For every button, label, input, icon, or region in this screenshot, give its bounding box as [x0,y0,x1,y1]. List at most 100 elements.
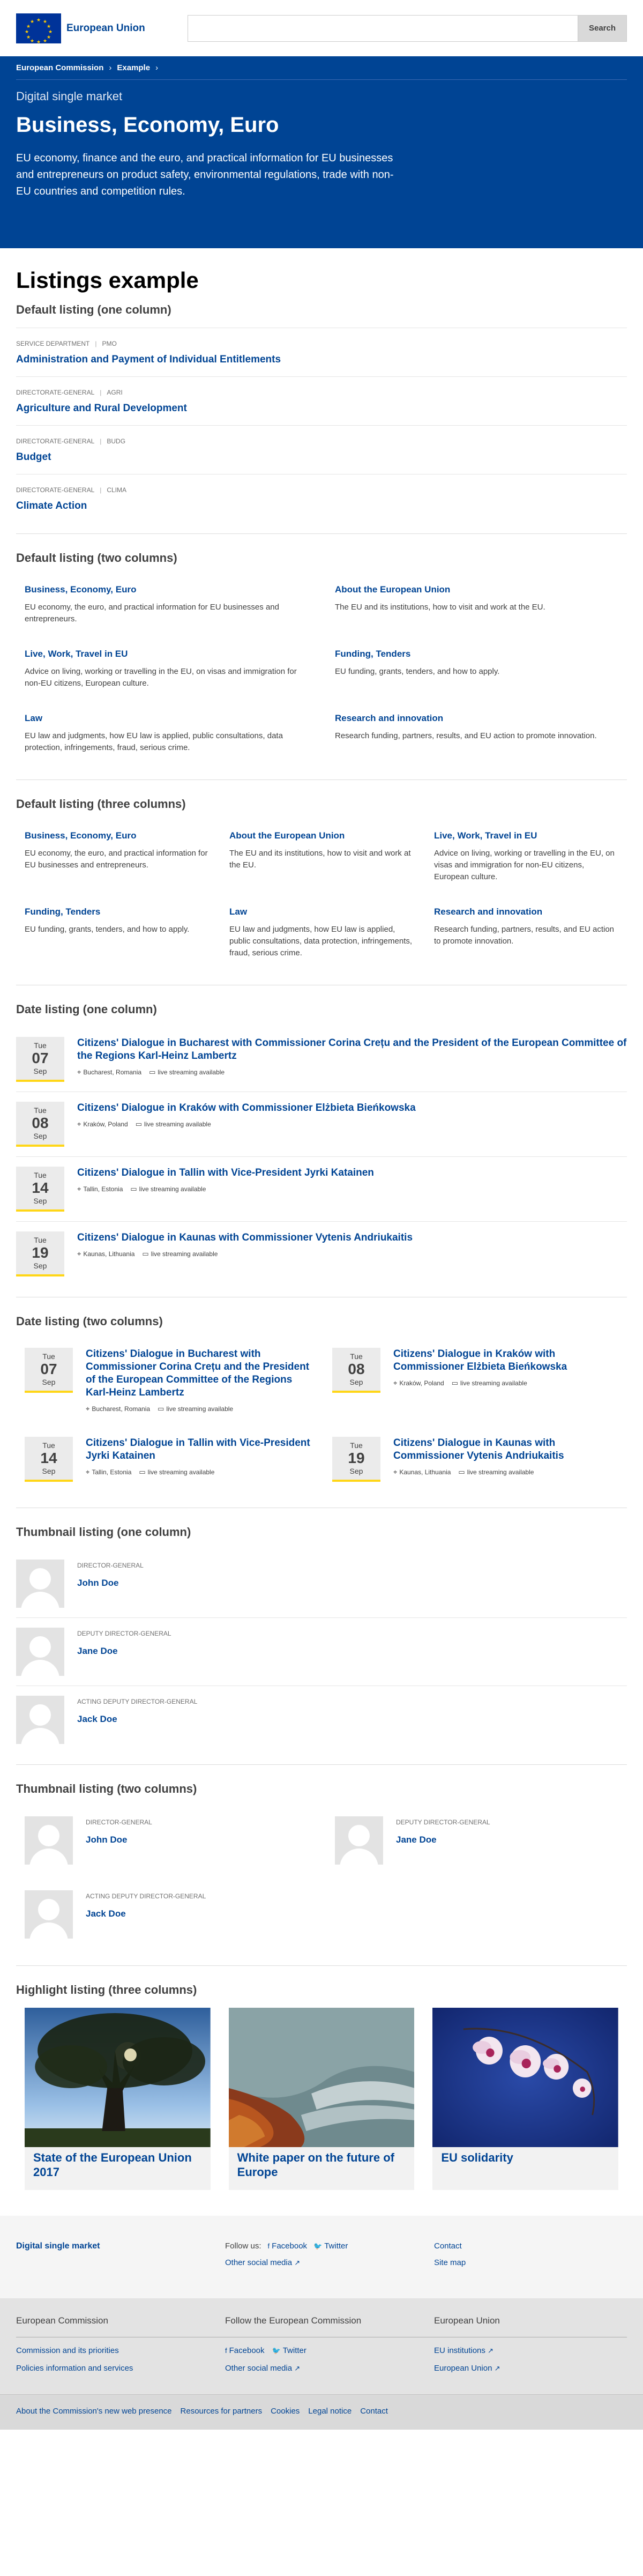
person-link[interactable]: John Doe [77,1578,144,1588]
item-description: The EU and its institutions, how to visi… [335,603,545,612]
chevron-right-icon: › [155,63,159,72]
person-item: ACTING DEPUTY DIRECTOR-GENERAL Jack Doe [25,1881,308,1955]
footer-bottom-link[interactable]: Legal notice [308,2407,352,2416]
item-link[interactable]: Live, Work, Travel in EU [25,649,308,659]
footer-bottom-link[interactable]: Contact [360,2407,388,2416]
breadcrumb-link-example[interactable]: Example [117,63,150,72]
search-input[interactable] [188,14,578,42]
footer-bottom-link[interactable]: Resources for partners [181,2407,263,2416]
twitter-link[interactable]: 🐦 Twitter [272,2346,306,2355]
event-link[interactable]: Citizens' Dialogue in Kaunas with Commis… [393,1437,618,1463]
item-link[interactable]: Administration and Payment of Individual… [16,354,627,366]
date-month: Sep [33,1067,47,1075]
date-weekday: Tue [350,1352,363,1361]
item-link[interactable]: Live, Work, Travel in EU [434,830,618,841]
footer-bottom-link[interactable]: About the Commission's new web presence [16,2407,172,2416]
item-link[interactable]: Climate Action [16,500,627,512]
chevron-right-icon: › [109,63,112,72]
livestream-tag: ▭ live streaming available [452,1379,527,1387]
item-link[interactable]: Agriculture and Rural Development [16,403,627,414]
footer-col-title: Follow the European Commission [225,2315,434,2337]
item-meta: SERVICE DEPARTMENT | PMO [16,340,117,347]
item-link[interactable]: About the European Union [229,830,414,841]
location-pin-icon: ⌖ [77,1250,81,1258]
twitter-label: Twitter [324,2241,348,2251]
location-tag: ⌖ Kraków, Poland [77,1120,128,1129]
date-block: Tue 07 Sep [25,1348,73,1393]
livestream-tag: ▭ live streaming available [130,1185,206,1193]
person-item: DEPUTY DIRECTOR-GENERAL Jane Doe [335,1807,618,1881]
eu-logo-link[interactable]: ★ ★ ★ ★ ★ ★ ★ ★ ★ ★ ★ ★ European Union [16,13,145,44]
footer-site-name-link[interactable]: Digital single market [16,2241,100,2251]
event-link[interactable]: Citizens' Dialogue in Kraków with Commis… [77,1102,416,1115]
highlight-item: EU solidarity [432,2008,618,2190]
event-link[interactable]: Citizens' Dialogue in Tallin with Vice-P… [86,1437,311,1463]
person-link[interactable]: Jane Doe [77,1646,171,1657]
other-social-link[interactable]: Other social media ↗ [225,2258,302,2267]
person-link[interactable]: Jack Doe [77,1714,197,1725]
footer-link[interactable]: Policies information and services [16,2364,225,2373]
livestream-icon: ▭ [149,1068,156,1076]
date-item: Tue 14 Sep Citizens' Dialogue in Tallin wi… [25,1428,311,1497]
item-description: Research funding, partners, results, and… [335,731,597,740]
item-link[interactable]: Budget [16,451,627,463]
item-link[interactable]: Funding, Tenders [25,907,209,917]
footer-link[interactable]: Commission and its priorities [16,2346,225,2355]
thumbnail-listing-two-columns: Thumbnail listing (two columns) DIRECTOR… [16,1764,627,1955]
date-item: Tue 08 Sep Citizens' Dialogue in Kraków wi… [16,1092,627,1156]
european-union-link[interactable]: European Union ↗ [434,2364,627,2373]
item-link[interactable]: Research and innovation [434,907,618,917]
location-text: Tallin, Estonia [83,1185,123,1193]
facebook-link[interactable]: f Facebook [268,2241,308,2251]
date-weekday: Tue [34,1106,47,1115]
event-link[interactable]: Citizens' Dialogue in Tallin with Vice-P… [77,1167,374,1179]
contact-link[interactable]: Contact [434,2241,573,2251]
item-link[interactable]: About the European Union [335,584,618,595]
external-link-icon: ↗ [294,2364,301,2372]
highlight-link[interactable]: EU solidarity [432,2147,618,2165]
other-social-label: Other social media [225,2258,293,2267]
livestream-tag: ▭ live streaming available [136,1120,211,1129]
facebook-link[interactable]: f Facebook [225,2346,265,2355]
date-day: 07 [40,1361,57,1377]
item-link[interactable]: Law [25,713,308,724]
date-day: 07 [32,1050,49,1066]
section-title: Highlight listing (three columns) [16,1983,197,1996]
breadcrumb-link-commission[interactable]: European Commission [16,63,103,72]
livestream-text: live streaming available [166,1405,234,1413]
location-pin-icon: ⌖ [77,1185,81,1193]
item-link[interactable]: Funding, Tenders [335,649,618,659]
section-title: Default listing (two columns) [16,551,177,565]
person-link[interactable]: Jane Doe [396,1835,490,1845]
event-link[interactable]: Citizens' Dialogue in Bucharest with Com… [77,1037,627,1063]
item-code: AGRI [107,389,123,396]
event-link[interactable]: Citizens' Dialogue in Kraków with Commis… [393,1348,618,1374]
location-tag: ⌖ Tallin, Estonia [77,1185,123,1193]
livestream-tag: ▭ live streaming available [458,1468,534,1476]
person-link[interactable]: Jack Doe [86,1909,206,1919]
date-day: 14 [40,1450,57,1466]
twitter-link[interactable]: 🐦 Twitter [313,2241,348,2251]
location-text: Bucharest, Romania [92,1405,151,1413]
item-link[interactable]: Research and innovation [335,713,618,724]
eu-institutions-link[interactable]: EU institutions ↗ [434,2346,627,2355]
footer-bottom-link[interactable]: Cookies [271,2407,300,2416]
highlight-link[interactable]: State of the European Union 2017 [25,2147,211,2179]
search-button[interactable]: Search [578,14,627,42]
item-link[interactable]: Business, Economy, Euro [25,830,209,841]
event-link[interactable]: Citizens' Dialogue in Kaunas with Commis… [77,1231,413,1244]
date-block: Tue 19 Sep [16,1231,64,1276]
item-link[interactable]: Law [229,907,414,917]
item-link[interactable]: Business, Economy, Euro [25,584,308,595]
highlight-link[interactable]: White paper on the future of Europe [229,2147,415,2179]
date-block: Tue 08 Sep [16,1102,64,1147]
thumbnail-listing-one-column: Thumbnail listing (one column) DIRECTOR-… [16,1508,627,1754]
avatar-placeholder-icon [16,1560,64,1608]
event-link[interactable]: Citizens' Dialogue in Bucharest with Com… [86,1348,311,1399]
person-link[interactable]: John Doe [86,1835,152,1845]
other-social-link[interactable]: Other social media ↗ [225,2364,434,2373]
item-description: Research funding, partners, results, and… [434,925,615,946]
list-item: SERVICE DEPARTMENT | PMO Administration an… [16,328,627,376]
site-map-link[interactable]: Site map [434,2258,573,2267]
livestream-icon: ▭ [158,1405,165,1413]
